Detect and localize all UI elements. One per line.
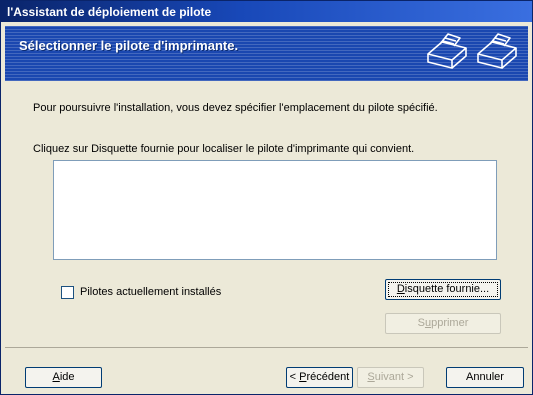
content-panel: Pour poursuivre l'installation, vous dev… — [5, 81, 528, 348]
help-button[interactable]: Aide — [25, 367, 102, 388]
printer-icon — [427, 33, 467, 69]
printer-icon — [477, 33, 517, 69]
next-button[interactable]: Suivant > — [357, 367, 424, 388]
delete-button[interactable]: Supprimer — [385, 313, 501, 334]
have-disk-button[interactable]: Disquette fournie... — [385, 279, 501, 300]
header-banner: Sélectionner le pilote d'imprimante. — [5, 26, 528, 81]
instruction-disk: Cliquez sur Disquette fournie pour local… — [33, 143, 415, 155]
title-bar[interactable]: l'Assistant de déploiement de pilote — [1, 1, 532, 22]
banner-icons — [427, 33, 517, 69]
previous-button[interactable]: < Précédent — [286, 367, 353, 388]
installed-drivers-checkbox[interactable] — [61, 286, 74, 299]
window-title: l'Assistant de déploiement de pilote — [7, 5, 212, 19]
installed-drivers-label[interactable]: Pilotes actuellement installés — [80, 286, 221, 298]
page-title: Sélectionner le pilote d'imprimante. — [19, 38, 239, 53]
instruction-location: Pour poursuivre l'installation, vous dev… — [33, 102, 438, 114]
dialog-window: l'Assistant de déploiement de pilote Sél… — [0, 0, 533, 395]
cancel-button[interactable]: Annuler — [446, 367, 524, 388]
driver-listbox[interactable] — [53, 160, 497, 260]
